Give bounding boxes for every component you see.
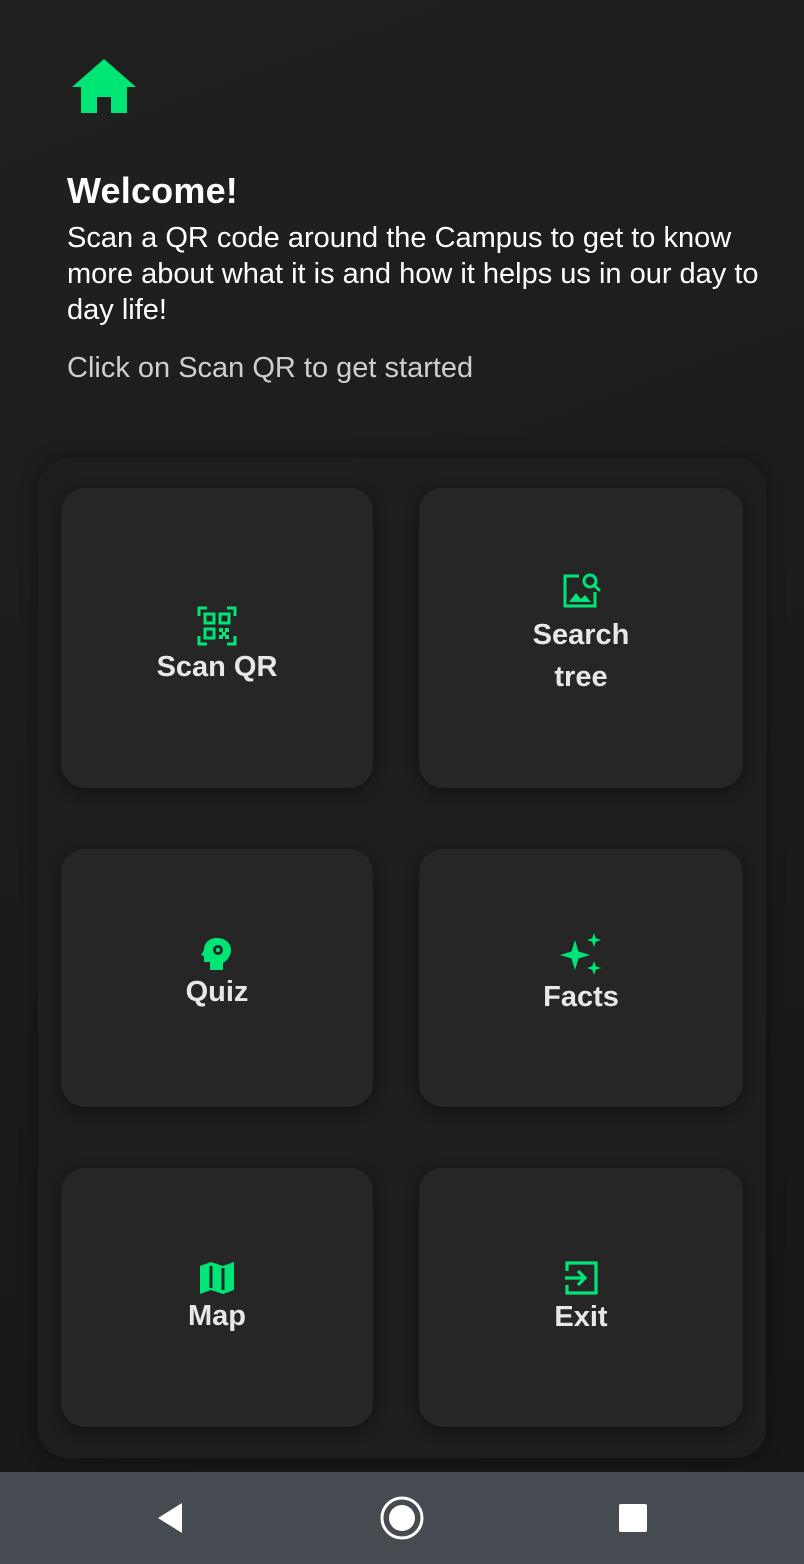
image-search-icon [563, 573, 601, 608]
welcome-title: Welcome! [67, 170, 238, 211]
psychology-head-icon [201, 938, 231, 970]
back-triangle-icon [158, 1503, 182, 1533]
scan-qr-label: Scan QR [156, 651, 278, 683]
qr-scan-icon [197, 606, 237, 646]
search-tree-label-line1: Search [532, 619, 630, 651]
exit-button[interactable]: Exit [419, 1168, 743, 1427]
scan-qr-button[interactable]: Scan QR [61, 488, 373, 788]
welcome-description: Scan a QR code around the Campus to get … [67, 222, 759, 326]
home-circle-icon [380, 1496, 424, 1540]
map-button[interactable]: Map [61, 1168, 373, 1427]
quiz-label: Quiz [185, 976, 249, 1008]
quiz-button[interactable]: Quiz [61, 849, 373, 1107]
recents-button[interactable] [603, 1472, 663, 1564]
recents-square-icon [619, 1504, 647, 1532]
home-nav-button[interactable] [372, 1472, 432, 1564]
search-tree-button[interactable]: Search tree [419, 488, 743, 788]
system-navigation-bar [0, 1472, 804, 1564]
facts-label: Facts [543, 981, 619, 1013]
facts-button[interactable]: Facts [419, 849, 743, 1107]
exit-label: Exit [554, 1300, 608, 1333]
sparkle-icon [560, 933, 601, 975]
back-button[interactable] [140, 1472, 200, 1564]
search-tree-label-line2: tree [554, 661, 608, 693]
exit-icon [565, 1260, 598, 1295]
get-started-hint: Click on Scan QR to get started [67, 352, 474, 384]
map-icon [200, 1261, 234, 1294]
app-screen: Welcome! Scan a QR code around the Campu… [0, 0, 804, 1472]
map-label: Map [188, 1299, 246, 1332]
home-icon[interactable] [70, 56, 138, 116]
